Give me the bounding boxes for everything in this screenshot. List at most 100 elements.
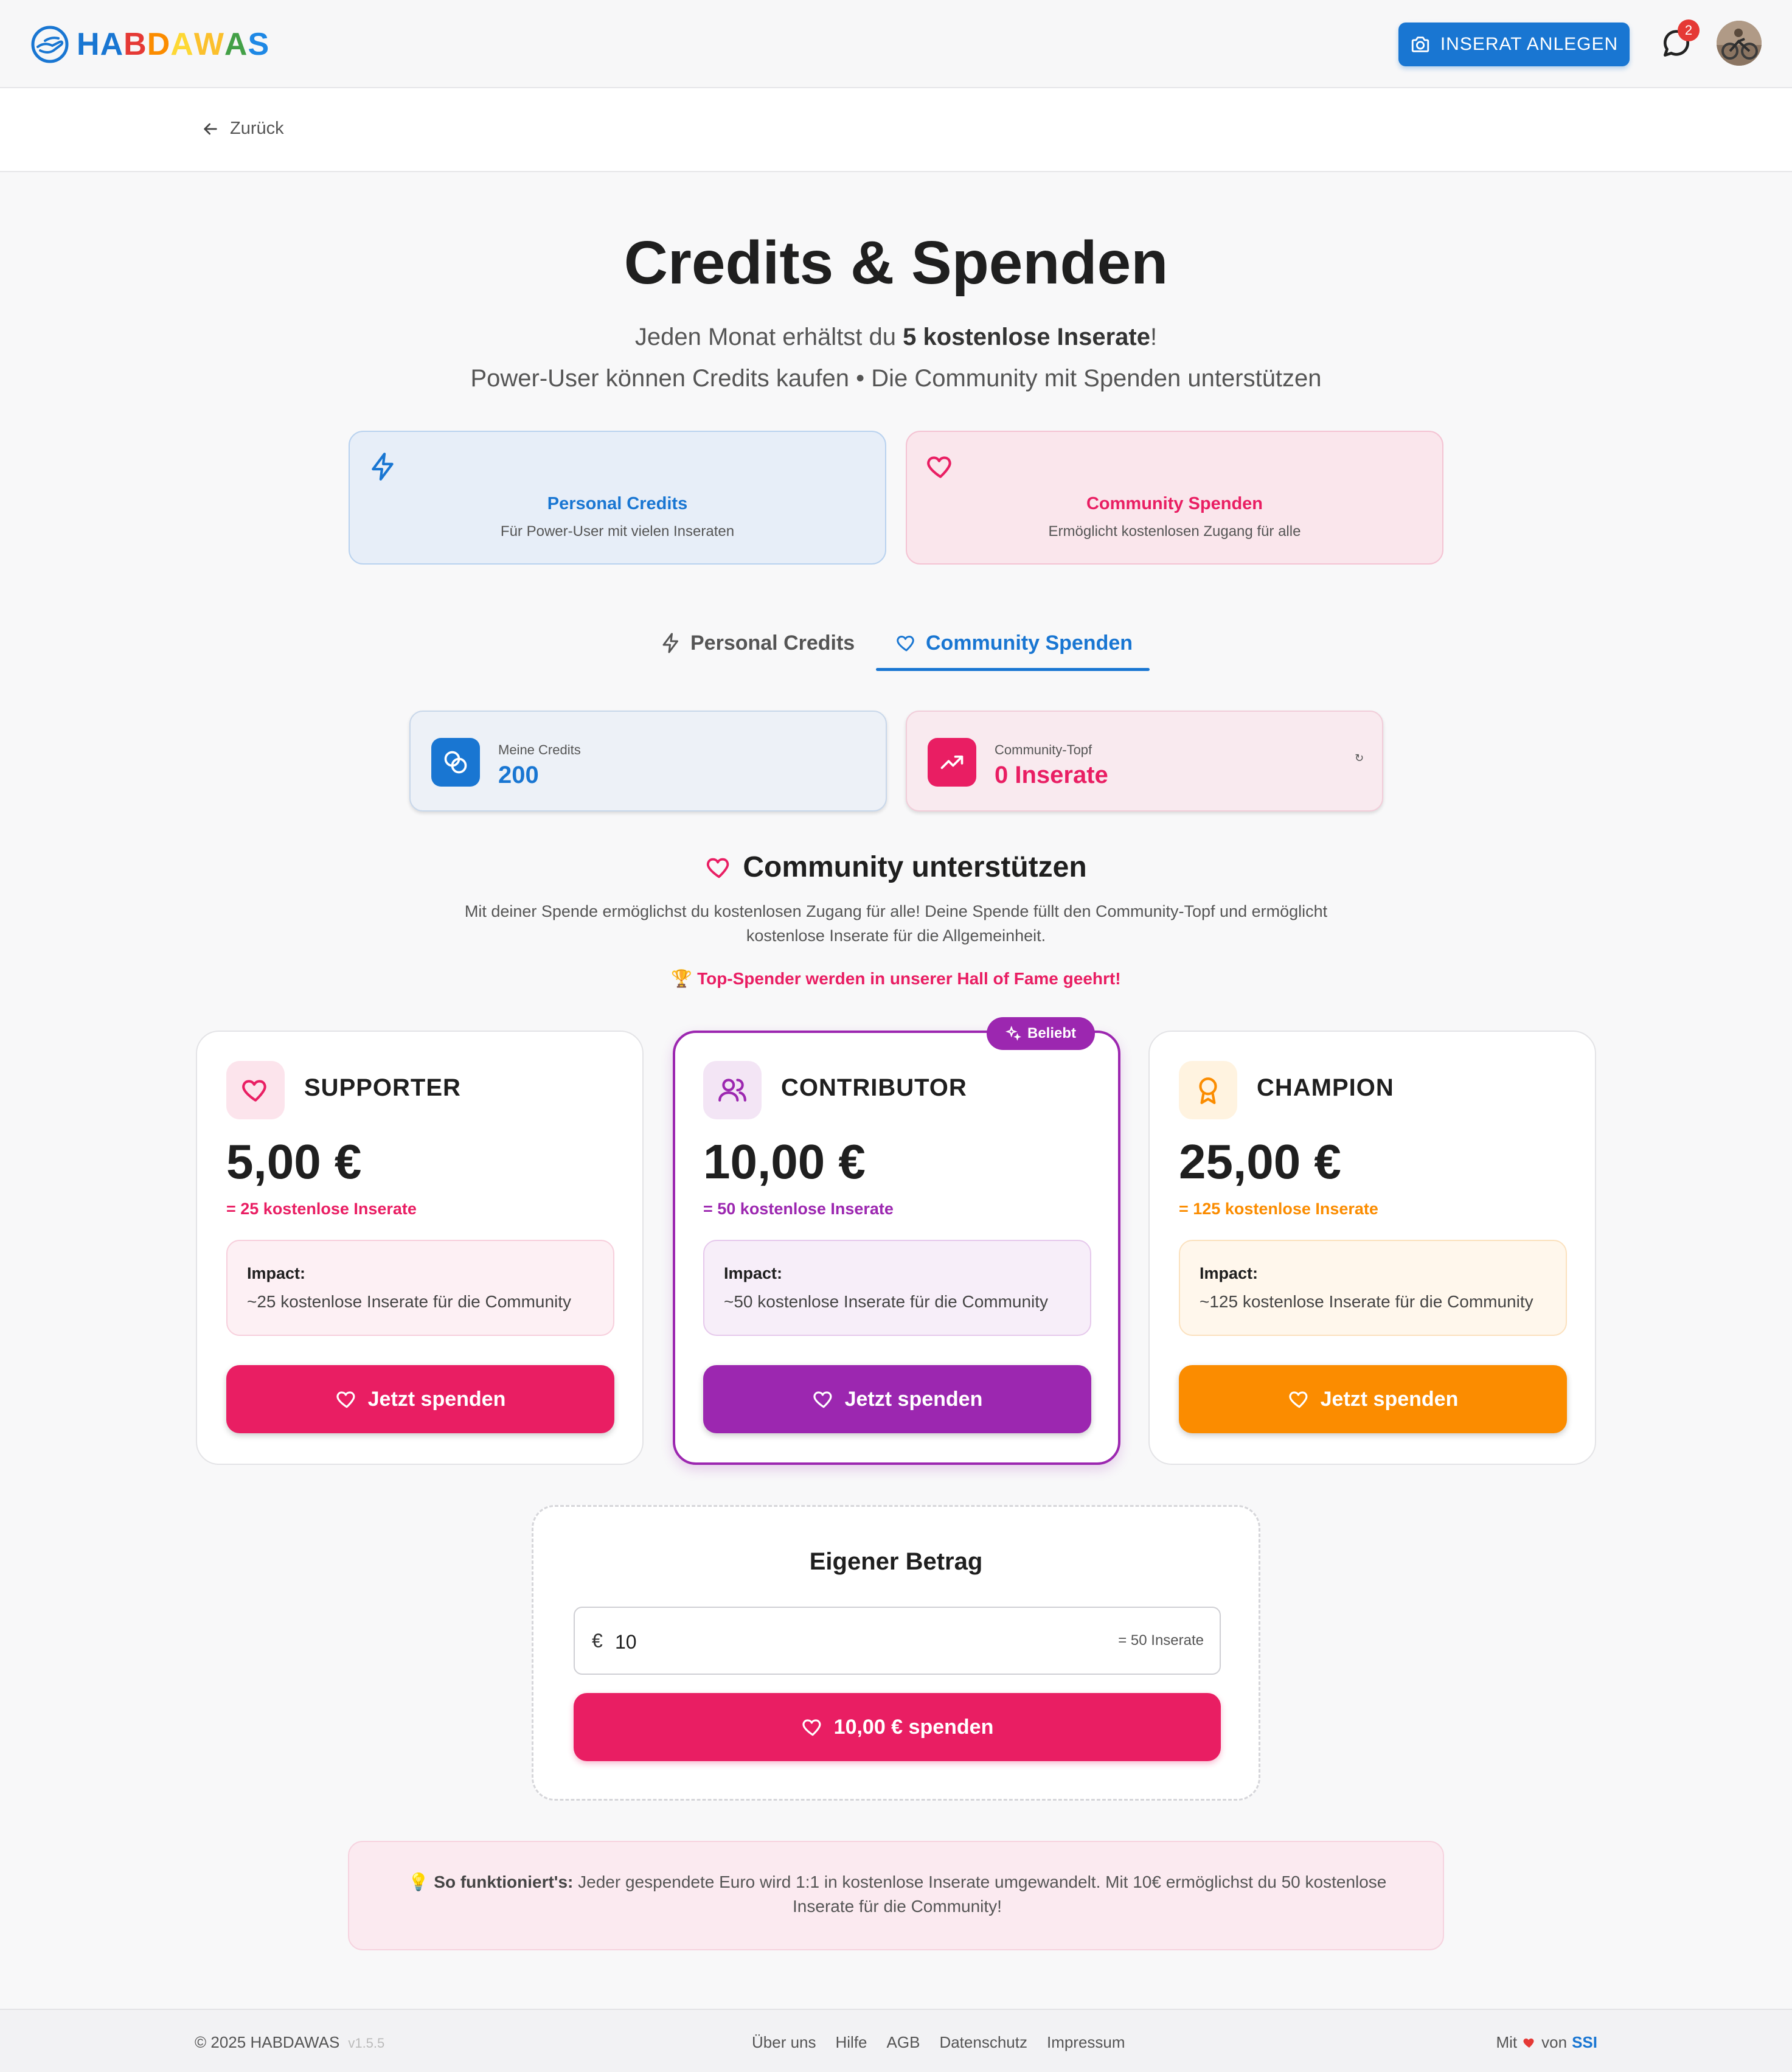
personal-credits-card[interactable]: Personal Credits Für Power-User mit viel…: [349, 431, 886, 565]
donate-button-label: Jetzt spenden: [367, 1387, 506, 1411]
community-spenden-title: Community Spenden: [1086, 494, 1263, 513]
tab-personal-credits[interactable]: Personal Credits: [660, 616, 855, 670]
logo-text: HABDAWAS: [77, 26, 269, 63]
copyright-text: © 2025 HABDAWAS: [195, 2033, 340, 2051]
currency-symbol: €: [592, 1630, 603, 1652]
community-pot-label: Community-Topf: [995, 742, 1092, 757]
how-it-works-box: 💡 So funktioniert's: Jeder gespendete Eu…: [348, 1841, 1444, 1950]
tier-price: 25,00 €: [1179, 1135, 1341, 1189]
donate-contributor-button[interactable]: Jetzt spenden: [703, 1365, 1091, 1433]
footer-link-terms[interactable]: AGB: [887, 2033, 920, 2052]
logo-letter: A: [100, 27, 124, 62]
tier-contributor-card: CONTRIBUTOR 10,00 € = 50 kostenlose Inse…: [673, 1031, 1120, 1465]
impact-text: ~50 kostenlose Inserate für die Communit…: [724, 1292, 1049, 1311]
community-pot-card: Community-Topf 0 Inserate ↻: [906, 711, 1383, 812]
tier-name: CONTRIBUTOR: [781, 1074, 967, 1101]
tier-impact-box: Impact: ~25 kostenlose Inserate für die …: [226, 1240, 614, 1336]
impact-text: ~125 kostenlose Inserate für die Communi…: [1200, 1292, 1533, 1311]
tier-note: = 25 kostenlose Inserate: [226, 1200, 417, 1218]
donate-champion-button[interactable]: Jetzt spenden: [1179, 1365, 1567, 1433]
tab-personal-credits-label: Personal Credits: [690, 631, 855, 655]
custom-amount-title: Eigener Betrag: [809, 1548, 983, 1575]
copyright: © 2025 HABDAWAS v1.5.5: [195, 2033, 384, 2052]
footer-link-help[interactable]: Hilfe: [836, 2033, 867, 2052]
award-icon: [1199, 1077, 1217, 1104]
heart-icon: [336, 1391, 355, 1408]
heart-icon: [707, 858, 729, 878]
footer-link-imprint[interactable]: Impressum: [1047, 2033, 1125, 2052]
create-listing-button[interactable]: INSERAT ANLEGEN: [1398, 23, 1630, 66]
heart-icon: [897, 636, 914, 652]
logo-letter: D: [147, 27, 171, 62]
heart-icon: [242, 1080, 266, 1102]
logo[interactable]: HABDAWAS: [30, 23, 269, 66]
coins-icon-box: [431, 738, 480, 787]
community-spenden-card[interactable]: Community Spenden Ermöglicht kostenlosen…: [906, 431, 1443, 565]
tier-price: 5,00 €: [226, 1135, 362, 1189]
lightning-icon: [372, 453, 394, 481]
community-spenden-subtitle: Ermöglicht kostenlosen Zugang für alle: [1048, 523, 1301, 540]
heart-icon: [802, 1719, 821, 1736]
page-subtitle-2: Power-User können Credits kaufen • Die C…: [470, 365, 1322, 392]
my-credits-label: Meine Credits: [498, 742, 581, 757]
custom-amount-note: = 50 Inserate: [1118, 1632, 1204, 1649]
back-link[interactable]: Zurück: [201, 119, 284, 139]
subtitle-bold: 5 kostenlose Inserate: [903, 324, 1150, 350]
logo-letter: A: [224, 27, 248, 62]
custom-donate-button[interactable]: 10,00 € spenden: [574, 1693, 1221, 1761]
heart-icon: [813, 1391, 832, 1408]
subtitle-suffix: !: [1150, 324, 1158, 350]
user-avatar[interactable]: [1717, 21, 1762, 66]
tier-impact-box: Impact: ~50 kostenlose Inserate für die …: [703, 1240, 1091, 1336]
community-pot-value: 0 Inserate: [995, 762, 1108, 788]
hall-of-fame-note: 🏆 Top-Spender werden in unserer Hall of …: [671, 969, 1121, 988]
donate-button-label: Jetzt spenden: [1320, 1387, 1459, 1411]
tier-name: CHAMPION: [1257, 1074, 1394, 1101]
tier-price: 10,00 €: [703, 1135, 866, 1189]
how-it-works-body: Jeder gespendete Euro wird 1:1 in kosten…: [573, 1872, 1387, 1916]
logo-letter: H: [77, 27, 100, 62]
popular-badge: Beliebt: [987, 1017, 1095, 1050]
logo-letter: A: [170, 27, 194, 62]
footer-link-about[interactable]: Über uns: [752, 2033, 816, 2052]
popular-badge-label: Beliebt: [1027, 1025, 1076, 1041]
tier-note: = 50 kostenlose Inserate: [703, 1200, 894, 1218]
coins-icon: [444, 751, 467, 774]
impact-label: Impact:: [1200, 1264, 1259, 1282]
app-header: HABDAWAS INSERAT ANLEGEN 2: [0, 0, 1792, 88]
champion-icon-box: [1179, 1061, 1237, 1119]
heart-filled-icon: [1523, 2038, 1534, 2048]
donate-button-label: Jetzt spenden: [844, 1387, 983, 1411]
tier-name: SUPPORTER: [304, 1074, 461, 1101]
personal-credits-title: Personal Credits: [547, 494, 688, 513]
supporter-icon-box: [226, 1061, 285, 1119]
tier-champion-card: CHAMPION 25,00 € = 125 kostenlose Insera…: [1148, 1031, 1596, 1465]
donate-supporter-button[interactable]: Jetzt spenden: [226, 1365, 614, 1433]
made-with-love: Mit von SSI: [1496, 2033, 1597, 2052]
tab-community-spenden[interactable]: Community Spenden: [895, 616, 1133, 670]
logo-letter: S: [248, 27, 270, 62]
page-subtitle: Jeden Monat erhältst du 5 kostenlose Ins…: [0, 324, 1792, 351]
contributor-icon-box: [703, 1061, 762, 1119]
footer-link-privacy[interactable]: Datenschutz: [939, 2033, 1027, 2052]
back-label: Zurück: [230, 119, 284, 138]
arrow-left-icon: [204, 123, 217, 134]
sparkles-icon: [1005, 1026, 1021, 1041]
camera-icon: [1411, 37, 1429, 52]
active-tab-indicator: [876, 668, 1150, 671]
subtitle-prefix: Jeden Monat erhältst du: [634, 324, 903, 350]
custom-amount-field[interactable]: € = 50 Inserate: [574, 1607, 1221, 1675]
impact-label: Impact:: [247, 1264, 306, 1282]
personal-credits-subtitle: Für Power-User mit vielen Inseraten: [500, 523, 735, 540]
my-credits-value: 200: [498, 762, 539, 788]
section-title-text: Community unterstützen: [743, 851, 1087, 883]
section-title: Community unterstützen: [0, 850, 1792, 884]
tab-community-spenden-label: Community Spenden: [926, 631, 1133, 655]
logo-letter: W: [193, 27, 224, 62]
custom-amount-card: Eigener Betrag € = 50 Inserate 10,00 € s…: [532, 1505, 1260, 1801]
refresh-icon[interactable]: ↻: [1355, 752, 1364, 765]
custom-amount-input[interactable]: [615, 1625, 1041, 1659]
footer: © 2025 HABDAWAS v1.5.5 Über uns Hilfe AGB…: [0, 2009, 1792, 2072]
impact-text: ~25 kostenlose Inserate für die Communit…: [247, 1292, 572, 1311]
my-credits-card: Meine Credits 200: [409, 711, 887, 812]
